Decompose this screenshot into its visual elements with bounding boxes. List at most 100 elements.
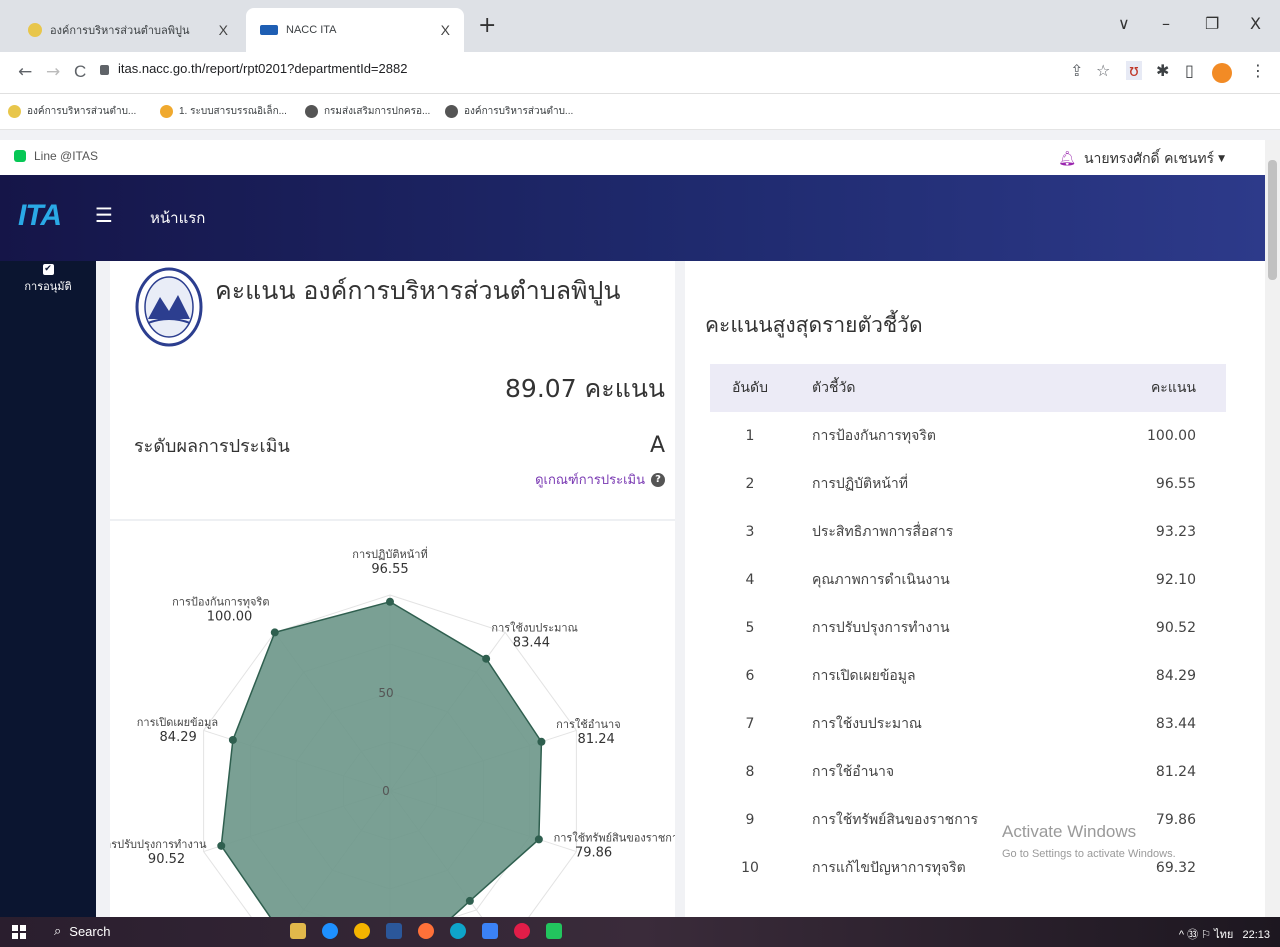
profile-avatar[interactable]	[1212, 63, 1232, 83]
chrome-icon[interactable]	[354, 923, 370, 939]
radar-axis-label: การใช้ทรัพย์สินของราชการ	[554, 831, 675, 844]
org-score-title: คะแนน องค์การบริหารส่วนตำบลพิปูน	[215, 276, 621, 305]
home-link[interactable]: หน้าแรก	[150, 206, 205, 230]
radar-chart: 050การปฏิบัติหน้าที่96.55การใช้งบประมาณ8…	[110, 546, 675, 917]
hamburger-menu-icon[interactable]: ☰	[95, 203, 113, 227]
tab-title: NACC ITA	[286, 24, 337, 36]
checkbox-icon: ✔	[42, 264, 54, 275]
row-rank: 8	[745, 764, 755, 780]
reload-icon[interactable]: C	[74, 62, 86, 82]
indicators-table: อันดับ ตัวชี้วัด คะแนน 1 การป้องกันการทุจ…	[710, 364, 1226, 892]
system-tray[interactable]: ^ ㉝ ⚐ ไทย 22:13	[1179, 925, 1270, 943]
top-indicators-title: คะแนนสูงสุดรายตัวชี้วัด	[705, 313, 923, 337]
table-row: 1 การป้องกันการทุจริต 100.00	[710, 412, 1226, 460]
row-rank: 3	[745, 524, 755, 540]
close-tab-icon[interactable]: X	[441, 22, 450, 38]
radar-axis-label: การปรับปรุงการทำงาน	[110, 838, 207, 851]
site-favicon-icon	[28, 23, 42, 37]
sidebar: ✔ การอนุมัติ	[0, 261, 96, 917]
address-bar: ← → C itas.nacc.go.th/report/rpt0201?dep…	[0, 52, 1280, 94]
table-header: อันดับ ตัวชี้วัด คะแนน	[710, 364, 1226, 412]
sidebar-item-approval[interactable]: ✔ การอนุมัติ	[10, 261, 86, 295]
row-rank: 4	[745, 572, 755, 588]
tab-search-icon[interactable]: ∨	[1118, 14, 1130, 33]
level-label: ระดับผลการประเมิน	[134, 436, 290, 457]
menu-dots-icon[interactable]: ⋮	[1250, 61, 1266, 80]
row-score: 96.55	[1155, 476, 1196, 492]
side-panel-icon[interactable]: ▯	[1185, 61, 1194, 80]
row-score: 83.44	[1155, 716, 1196, 732]
radar-scale-tick: 0	[382, 784, 390, 798]
bookmark-item[interactable]: 1. ระบบสารบรรณอิเล็ก...	[160, 104, 287, 119]
bookmark-item[interactable]: กรมส่งเสริมการปกครอ...	[305, 104, 430, 119]
row-score: 93.23	[1155, 524, 1196, 540]
row-indicator: ประสิทธิภาพการสื่อสาร	[812, 524, 954, 540]
header-score: คะแนน	[1150, 380, 1196, 396]
bookmarks-bar: องค์การบริหารส่วนตำบ... 1. ระบบสารบรรณอิ…	[0, 94, 1280, 130]
row-rank: 1	[745, 428, 755, 444]
ita-logo[interactable]: ITA	[18, 199, 62, 233]
radar-axis-label: การใช้งบประมาณ	[491, 622, 577, 635]
radar-value-label: 96.55	[371, 562, 408, 577]
row-indicator: การป้องกันการทุจริต	[812, 428, 936, 444]
org-emblem-icon	[135, 267, 203, 347]
radar-value-label: 79.86	[575, 845, 612, 860]
row-rank: 5	[745, 620, 755, 636]
radar-axis-label: การใช้อำนาจ	[556, 718, 621, 731]
row-indicator: การเปิดเผยข้อมูล	[812, 668, 916, 684]
radar-value-label: 100.00	[207, 609, 253, 624]
extension-icon[interactable]: ʊ	[1126, 61, 1142, 80]
file-explorer-icon[interactable]	[290, 923, 306, 939]
app-icon[interactable]	[482, 923, 498, 939]
bookmark-favicon-icon	[160, 105, 173, 118]
tab-nacc-ita[interactable]: NACC ITA X	[246, 8, 464, 52]
radar-axis-label: การเปิดเผยข้อมูล	[137, 716, 218, 729]
radar-point	[217, 841, 226, 850]
globe-icon	[445, 105, 458, 118]
tab-pipoon[interactable]: องค์การบริหารส่วนตำบลพิปูน X	[14, 8, 242, 52]
line-itas-link[interactable]: Line @ITAS	[14, 149, 98, 163]
puzzle-icon[interactable]: ✱	[1156, 61, 1169, 80]
word-icon[interactable]	[386, 923, 402, 939]
firefox-icon[interactable]	[418, 923, 434, 939]
page-scrollbar[interactable]	[1265, 140, 1280, 917]
lock-icon[interactable]	[100, 65, 109, 75]
ie-icon[interactable]	[322, 923, 338, 939]
browser-tabbar: องค์การบริหารส่วนตำบลพิปูน X NACC ITA X …	[0, 0, 1280, 52]
minimize-button[interactable]: –	[1162, 14, 1170, 33]
bell-icon[interactable]: 🔔︎	[1058, 151, 1076, 167]
criteria-link[interactable]: ดูเกณฑ์การประเมิน ?	[535, 469, 665, 490]
row-rank: 2	[745, 476, 755, 492]
user-menu[interactable]: 🔔︎ นายทรงศักดิ์ คเชนทร์ ▼	[1058, 148, 1225, 170]
taskbar-search[interactable]: ⌕ Search	[54, 923, 110, 939]
scrollbar-thumb[interactable]	[1268, 160, 1277, 280]
opera-icon[interactable]	[514, 923, 530, 939]
close-tab-icon[interactable]: X	[219, 22, 228, 38]
table-row: 7 การใช้งบประมาณ 83.44	[710, 700, 1226, 748]
bookmark-star-icon[interactable]: ☆	[1096, 61, 1110, 80]
forward-arrow-icon[interactable]: →	[46, 62, 60, 82]
maps-icon[interactable]	[546, 923, 562, 939]
back-arrow-icon[interactable]: ←	[18, 62, 32, 82]
row-score: 92.10	[1155, 572, 1196, 588]
row-indicator: การใช้อำนาจ	[812, 764, 895, 780]
radar-point	[537, 737, 546, 746]
windows-start-icon[interactable]	[12, 925, 26, 939]
edge-icon[interactable]	[450, 923, 466, 939]
bookmark-item[interactable]: องค์การบริหารส่วนตำบ...	[8, 104, 136, 119]
level-value: A	[649, 433, 665, 458]
radar-point	[534, 835, 543, 844]
row-indicator: การใช้งบประมาณ	[812, 716, 922, 732]
restore-button[interactable]: ❐	[1205, 14, 1219, 33]
radar-point	[482, 654, 491, 663]
radar-value-label: 83.44	[513, 636, 550, 651]
close-window-button[interactable]: X	[1250, 14, 1261, 33]
row-rank: 7	[745, 716, 755, 732]
row-rank: 10	[741, 860, 759, 876]
new-tab-button[interactable]: +	[478, 15, 496, 37]
share-icon[interactable]: ⇪	[1070, 61, 1083, 80]
url-input[interactable]: itas.nacc.go.th/report/rpt0201?departmen…	[118, 61, 407, 76]
main-navbar: ITA ☰ หน้าแรก	[0, 175, 1265, 261]
radar-value-label: 90.52	[148, 852, 185, 867]
bookmark-item[interactable]: องค์การบริหารส่วนตำบ...	[445, 104, 573, 119]
